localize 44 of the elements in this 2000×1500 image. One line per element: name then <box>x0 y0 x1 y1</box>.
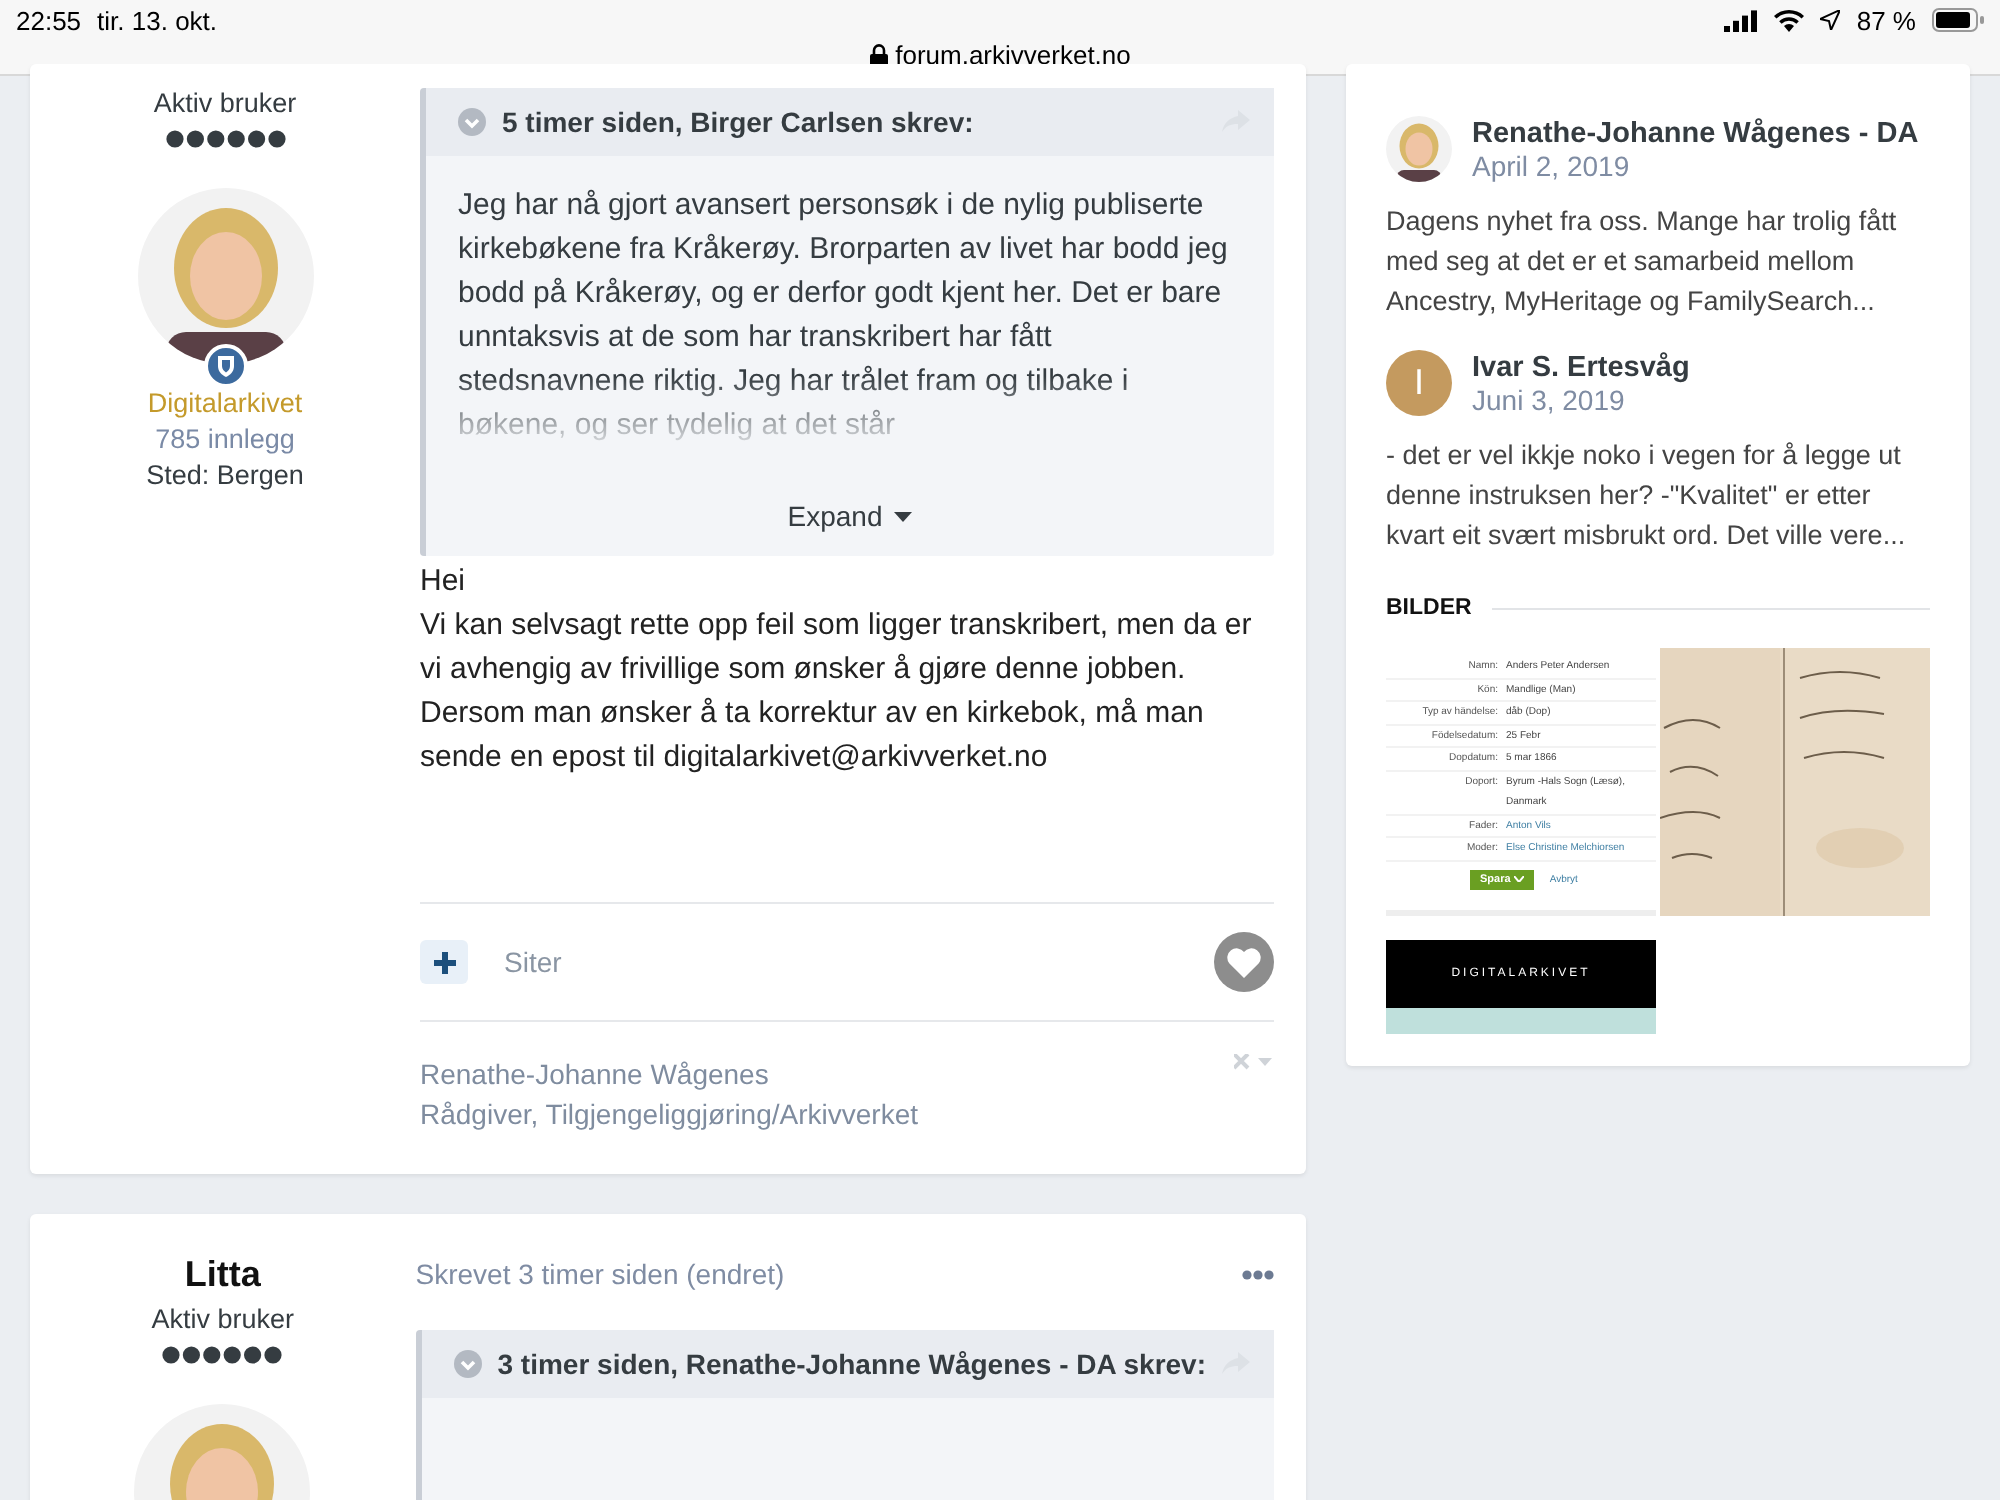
plus-icon <box>433 951 455 973</box>
user-group: Digitalarkivet <box>147 388 303 418</box>
location-icon <box>1820 10 1841 30</box>
signal-icon <box>1724 9 1759 31</box>
battery-icon <box>1932 8 1984 32</box>
quote-text: Jeg har nå gjort avansert personsøk i de nylig publiserte kirkebøkene fra Kråkerøy. Brorparten av livet har bodd jeg bodd på Kråkerøy, og er derfor godt kjent her. Det er bare unntaksvis at de som har transkribert har fått stedsnavnene riktig. Jeg har trålet fram og tilbake i bøkene, og ser tydelig at det står <box>458 186 1230 446</box>
clock: 22:55 <box>16 5 82 35</box>
section-heading: BILDER <box>1386 596 1472 620</box>
heart-icon <box>1226 946 1262 978</box>
caret-icon <box>1513 875 1524 881</box>
multiquote-button[interactable] <box>420 940 468 984</box>
user-rank: Aktiv bruker <box>153 88 297 118</box>
post-date: Juni 3, 2019 <box>1472 383 1627 415</box>
user-location: Sted: Bergen <box>146 460 304 490</box>
rank-pips-icon <box>162 1346 283 1364</box>
expand-button[interactable]: Expand <box>787 500 913 532</box>
avatar <box>1386 116 1452 182</box>
caret-icon <box>894 511 913 521</box>
user-rank: Aktiv bruker <box>151 1304 295 1334</box>
post-date: Skrevet 3 timer siden (endret) <box>415 1258 785 1290</box>
quote-citation: 3 timer siden, Renathe-Johanne Wågenes - DA skrev: <box>497 1348 1206 1380</box>
quote-citation: 5 timer siden, Birger Carlsen skrev: <box>502 106 974 138</box>
post-excerpt[interactable]: Dagens nyhet fra oss. Mange har trolig fått med seg at det er et samarbeid mellom Ancestry, MyHeritage og FamilySearch... <box>1386 202 1930 322</box>
author-name[interactable]: Ivar S. Ertesvåg <box>1472 351 1690 383</box>
post-date: April 2, 2019 <box>1472 149 1632 181</box>
author-name[interactable]: Renathe-Johanne Wågenes - DA <box>1472 117 1919 149</box>
signature-text: Rådgiver, Tilgjengeliggjøring/Arkivverket <box>420 1096 920 1134</box>
post-text: Vi kan selvsagt rette opp feil som ligger transkribert, men da er vi avhengig av frivillige som ønsker å gjøre denne jobben. Dersom man ønsker å ta korrektur av en kirkebok, må man sende en epost til digitalarkivet@arkivverket.no <box>420 606 1254 778</box>
date: tir. 13. okt. <box>97 5 218 35</box>
collapse-icon[interactable] <box>453 1350 482 1378</box>
signature-text: Renathe-Johanne Wågenes <box>420 1056 771 1094</box>
like-button[interactable] <box>1214 932 1274 992</box>
wifi-icon <box>1774 9 1805 31</box>
collapse-icon[interactable] <box>458 108 486 136</box>
author-name[interactable]: Litta <box>184 1254 261 1296</box>
shield-badge-icon <box>203 344 247 388</box>
close-icon[interactable] <box>1234 1054 1274 1070</box>
post-text: Hei <box>420 562 468 602</box>
post-excerpt[interactable]: - det er vel ikkje noko i vegen for å legge ut denne instruksen her? -"Kvalitet" er etter kvart eit svært misbrukt ord. Det ville vere... <box>1386 436 1930 556</box>
battery-percentage: 87 % <box>1856 5 1916 35</box>
avatar: I <box>1386 350 1452 416</box>
rank-pips-icon <box>165 130 285 148</box>
more-icon[interactable] <box>1242 1269 1274 1279</box>
address-text[interactable]: forum.arkivverket.no <box>895 40 1131 70</box>
